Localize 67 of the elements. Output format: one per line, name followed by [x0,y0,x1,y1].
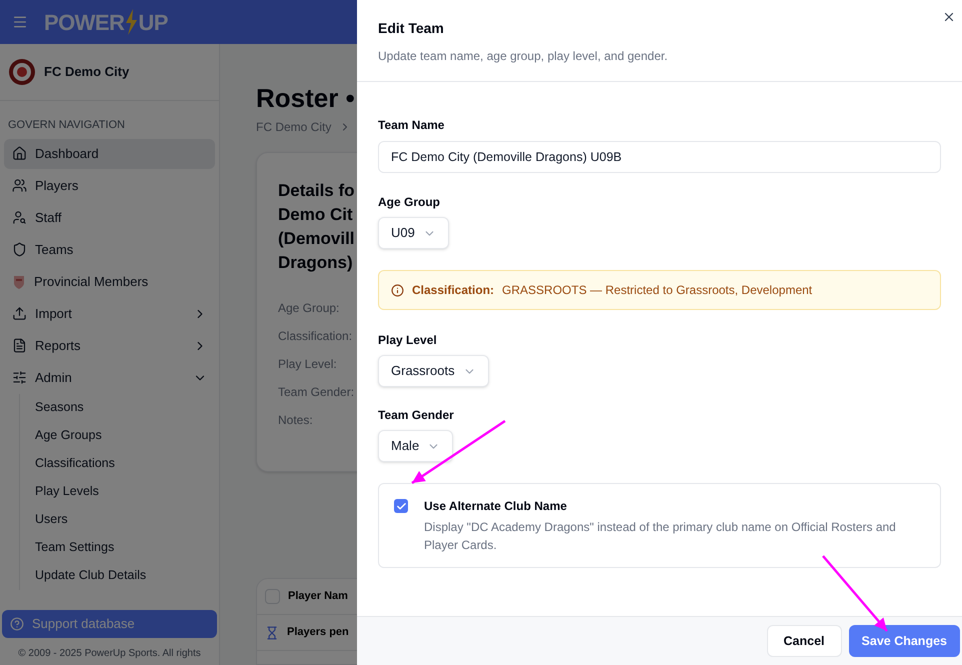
cancel-button[interactable]: Cancel [766,625,842,657]
menu-icon[interactable] [12,14,28,30]
details-heading: Details fo [278,180,355,202]
detail-label: Notes: [278,412,313,429]
nav-subitem[interactable]: Age Groups [20,422,215,450]
nav-item[interactable]: Admin [4,362,215,392]
page-title: Roster • [256,82,355,114]
club-name: FC Demo City [44,63,130,82]
detail-label: Team Gender: [278,384,354,401]
play-level-select[interactable]: Grassroots [378,355,489,387]
notice-text: GRASSROOTS — Restricted to Grassroots, Development [502,282,812,299]
dialog-subtitle: Update team name, age group, play level, and gender. [378,48,669,65]
nav-item[interactable]: Players [4,170,215,200]
upload-icon [12,306,27,321]
copyright-text: © 2009 - 2025 PowerUp Sports. All rights [18,647,201,661]
team-name-input[interactable]: FC Demo City (Demoville Dragons) U09B [378,141,941,173]
group-row-label: Players pen [287,625,349,640]
field-label: Age Group [378,194,441,211]
field-label: Team Gender [378,407,455,424]
checkbox[interactable] [394,499,408,513]
shield-icon [12,242,27,257]
club-crest-icon [8,58,36,86]
staff-icon [12,210,27,225]
notice-label: Classification: [412,282,494,299]
file-icon [12,338,27,353]
logo-text: POWER [44,8,124,36]
option-description: Display "DC Academy Dragons" instead of the primary club name on Official Rosters and Player Cards. [424,519,897,554]
nav-item[interactable]: Dashboard [4,138,215,168]
support-button[interactable]: Support database [2,610,217,638]
column-header: Player Nam [288,589,348,604]
breadcrumb-link[interactable]: FC Demo City [256,118,332,136]
nav-subitem[interactable]: Users [20,506,215,534]
detail-label: Age Group: [278,300,340,317]
nav-subitem[interactable]: Team Settings [20,534,215,562]
team-gender-select[interactable]: Male [378,430,454,462]
section-label: GOVERN NAVIGATION [7,118,126,133]
detail-label: Play Level: [278,356,337,373]
close-icon[interactable] [942,10,956,24]
help-icon [10,617,24,631]
details-heading: Demo Cit [278,204,353,226]
nav-item[interactable]: Provincial Members [4,266,215,296]
check-icon [396,500,406,512]
field-label: Team Name [378,117,446,134]
crest-icon [12,274,26,290]
nav-item[interactable]: Reports [4,330,215,360]
save-changes-button[interactable]: Save Changes [848,625,960,657]
home-icon [12,146,27,161]
sliders-icon [12,370,27,385]
hourglass-icon [265,626,279,640]
nav-subitem[interactable]: Seasons [20,394,215,422]
logo-text: UP [138,8,168,36]
detail-label: Classification: [278,328,352,345]
age-group-select[interactable]: U09 [378,217,449,249]
nav-subitem[interactable]: Play Levels [20,478,215,506]
option-title: Use Alternate Club Name [424,498,568,515]
nav-subitem[interactable]: Classifications [20,450,215,478]
nav-item[interactable]: Teams [4,234,215,264]
field-label: Play Level [378,332,438,349]
details-heading: (Demovill [278,228,355,250]
info-icon [391,284,404,296]
nav-item[interactable]: Staff [4,202,215,232]
nav-item[interactable]: Import [4,298,215,328]
dialog-title: Edit Team [378,19,445,38]
details-heading: Dragons) [278,252,353,274]
nav-subitem[interactable]: Update Club Details [20,562,215,590]
users-icon [12,178,27,193]
lightning-bolt-icon [124,9,138,35]
